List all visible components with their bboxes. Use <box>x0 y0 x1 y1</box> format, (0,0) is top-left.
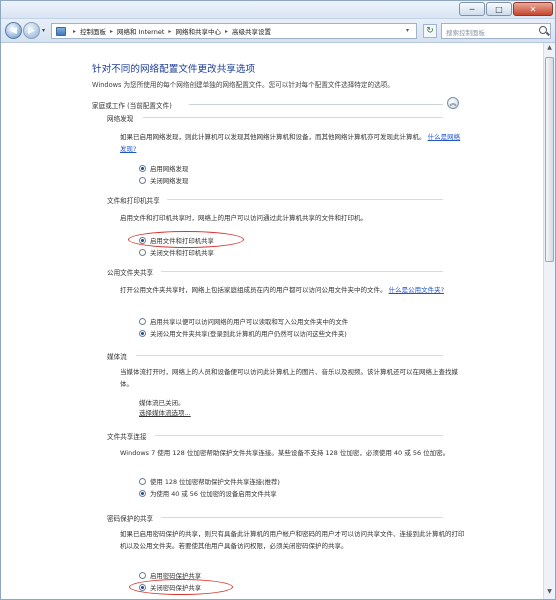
radio-icon[interactable] <box>139 572 146 579</box>
section-divider <box>161 517 443 518</box>
chevron-right-icon[interactable]: ▸ <box>168 28 171 35</box>
scroll-down-icon[interactable]: ▼ <box>545 588 554 598</box>
public-folder-description: 打开公用文件夹共享时，网络上包括家庭组成员在内的用户都可以访问公用文件夹中的文件… <box>120 285 465 297</box>
profile-divider <box>189 104 443 105</box>
back-button[interactable]: ◀ <box>5 22 22 39</box>
file-printer-description: 启用文件和打印机共享时，网络上的用户可以访问通过此计算机共享的文件和打印机。 <box>120 214 367 222</box>
radio-enable-public-folder[interactable]: 启用共享以便可以访问网络的用户可以读取和写入公用文件夹中的文件 <box>139 317 348 326</box>
section-media-streaming: 媒体流 <box>107 353 127 361</box>
section-public-folder: 公用文件夹共享 <box>107 269 154 277</box>
radio-label: 启用共享以便可以访问网络的用户可以读取和写入公用文件夹中的文件 <box>150 318 349 326</box>
profile-header[interactable]: 家庭或工作 (当前配置文件) <box>92 100 172 110</box>
public-folder-help-link[interactable]: 什么是公用文件夹? <box>389 286 444 294</box>
section-divider <box>136 355 443 356</box>
radio-label: 使用 128 位加密帮助保护文件共享连接(推荐) <box>150 478 280 486</box>
radio-disable-public-folder[interactable]: 关闭公用文件夹共享(登录到此计算机的用户仍然可以访问这些文件夹) <box>139 329 347 338</box>
section-file-printer-sharing: 文件和打印机共享 <box>107 197 160 205</box>
vertical-scrollbar[interactable]: ▲ ▼ <box>543 43 555 599</box>
discovery-description: 如果已启用网络发现，则此计算机可以发现其他网络计算机和设备，而其他网络计算机亦可… <box>120 132 465 155</box>
search-input[interactable]: 搜索控制面板 <box>441 23 551 39</box>
public-folder-desc-text: 打开公用文件夹共享时，网络上包括家庭组成员在内的用户都可以访问公用文件夹中的文件… <box>120 286 387 294</box>
radio-label: 启用网络发现 <box>150 165 189 173</box>
radio-selected-icon[interactable] <box>139 165 146 172</box>
breadcrumb-network-sharing-center[interactable]: 网络和共享中心 <box>175 26 221 36</box>
search-icon[interactable] <box>539 26 547 34</box>
window-controls: ─ □ ✕ <box>458 2 553 16</box>
radio-40-56-bit-encryption[interactable]: 为使用 40 或 56 位加密的设备启用文件共享 <box>139 489 277 498</box>
radio-icon[interactable] <box>139 177 146 184</box>
collapse-icon[interactable]: ︽ <box>447 97 459 109</box>
section-divider <box>167 199 443 200</box>
scroll-up-icon[interactable]: ▲ <box>545 44 554 54</box>
refresh-button[interactable]: ↻ <box>423 24 437 38</box>
radio-label: 关闭公用文件夹共享(登录到此计算机的用户仍然可以访问这些文件夹) <box>150 330 347 338</box>
radio-icon[interactable] <box>139 318 146 325</box>
radio-label: 关闭网络发现 <box>150 177 189 185</box>
breadcrumb-control-panel[interactable]: 控制面板 <box>80 26 106 36</box>
section-divider <box>143 117 443 118</box>
discovery-desc-text: 如果已启用网络发现，则此计算机可以发现其他网络计算机和设备，而其他网络计算机亦可… <box>120 133 426 141</box>
chevron-right-icon[interactable]: ▸ <box>73 28 76 35</box>
password-description: 如果已启用密码保护的共享，则只有具备此计算机的用户帐户和密码的用户才可以访问共享… <box>120 530 465 550</box>
radio-icon[interactable] <box>139 478 146 485</box>
radio-128-bit-encryption[interactable]: 使用 128 位加密帮助保护文件共享连接(推荐) <box>139 477 280 486</box>
title-bar: ─ □ ✕ <box>1 1 555 19</box>
radio-selected-icon[interactable] <box>139 330 146 337</box>
recent-pages-icon[interactable]: ▾ <box>42 27 45 34</box>
minimize-button[interactable]: ─ <box>459 2 485 16</box>
scrollbar-thumb[interactable] <box>545 57 554 262</box>
red-annotation-circle <box>128 231 244 248</box>
section-file-sharing-connections: 文件共享连接 <box>107 433 147 441</box>
radio-selected-icon[interactable] <box>139 490 146 497</box>
close-button[interactable]: ✕ <box>513 2 553 16</box>
chevron-right-icon[interactable]: ▸ <box>225 28 228 35</box>
section-divider <box>161 271 443 272</box>
control-panel-icon <box>56 26 66 36</box>
radio-label: 关闭文件和打印机共享 <box>150 249 214 257</box>
connections-description: Windows 7 使用 128 位加密帮助保护文件共享连接。某些设备不支持 1… <box>120 449 450 457</box>
breadcrumb-advanced-sharing[interactable]: 高级共享设置 <box>232 26 271 36</box>
search-placeholder: 搜索控制面板 <box>446 29 485 37</box>
media-status: 媒体流已关闭。 <box>139 399 185 407</box>
media-description: 当媒体流打开时，网络上的人员和设备便可以访问此计算机上的图片、音乐以及视频。该计… <box>120 368 458 388</box>
forward-button[interactable]: ▶ <box>23 22 40 39</box>
explorer-window: ─ □ ✕ ◀ ▶ ▾ ▸ 控制面板 ▸ 网络和 Internet ▸ 网络和共… <box>0 0 556 600</box>
section-password-protected-sharing: 密码保护的共享 <box>107 515 154 523</box>
radio-disable-file-printer[interactable]: 关闭文件和打印机共享 <box>139 248 214 257</box>
address-dropdown-icon[interactable]: ▾ <box>406 27 409 34</box>
chevron-right-icon[interactable]: ▸ <box>110 28 113 35</box>
address-toolbar: ◀ ▶ ▾ ▸ 控制面板 ▸ 网络和 Internet ▸ 网络和共享中心 ▸ … <box>1 19 555 43</box>
page-title: 针对不同的网络配置文件更改共享选项 <box>92 64 256 75</box>
breadcrumb-network-internet[interactable]: 网络和 Internet <box>117 26 164 36</box>
maximize-button[interactable]: □ <box>486 2 512 16</box>
radio-enable-discovery[interactable]: 启用网络发现 <box>139 164 188 173</box>
section-divider <box>155 435 443 436</box>
radio-label: 为使用 40 或 56 位加密的设备启用文件共享 <box>150 490 277 498</box>
red-annotation-circle <box>129 579 233 595</box>
breadcrumb[interactable]: ▸ 控制面板 ▸ 网络和 Internet ▸ 网络和共享中心 ▸ 高级共享设置 <box>51 23 417 39</box>
radio-icon[interactable] <box>139 249 146 256</box>
section-network-discovery: 网络发现 <box>107 115 134 123</box>
radio-disable-discovery[interactable]: 关闭网络发现 <box>139 176 188 185</box>
media-options-link[interactable]: 选择媒体流选项... <box>139 407 191 417</box>
page-intro: Windows 为您所使用的每个网络创建单独的网络配置文件。您可以针对每个配置文… <box>92 81 394 89</box>
content-pane: 针对不同的网络配置文件更改共享选项 Windows 为您所使用的每个网络创建单独… <box>1 43 543 599</box>
